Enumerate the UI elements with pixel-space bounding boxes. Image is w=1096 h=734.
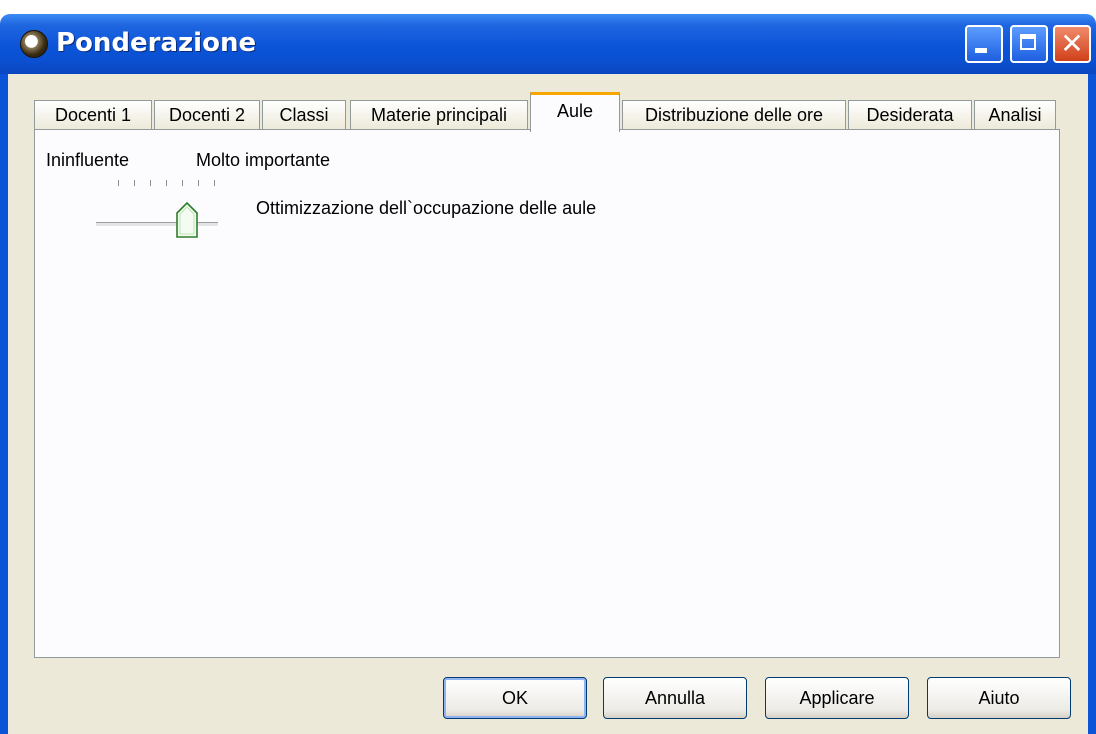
minimize-button[interactable] <box>965 25 1003 63</box>
weight-slider[interactable] <box>96 222 218 227</box>
help-button[interactable]: Aiuto <box>927 677 1071 719</box>
slider-ticks <box>118 180 216 188</box>
maximize-button[interactable] <box>1010 25 1048 63</box>
app-icon <box>20 30 48 58</box>
tab-materie-principali[interactable]: Materie principali <box>350 100 528 130</box>
tab-docenti-2[interactable]: Docenti 2 <box>154 100 260 130</box>
tab-distribuzione-delle-ore[interactable]: Distribuzione delle ore <box>622 100 846 130</box>
tab-analisi[interactable]: Analisi <box>974 100 1056 130</box>
close-icon: ✕ <box>1060 27 1084 60</box>
criterion-label: Ottimizzazione dell`occupazione delle au… <box>256 198 597 218</box>
cancel-button[interactable]: Annulla <box>603 677 747 719</box>
scale-high-label: Molto importante <box>196 150 331 170</box>
ok-button[interactable]: OK <box>443 677 587 719</box>
close-button[interactable]: ✕ <box>1053 25 1091 63</box>
apply-button[interactable]: Applicare <box>765 677 909 719</box>
slider-thumb[interactable] <box>176 202 198 238</box>
scale-low-label: Ininfluente <box>46 150 130 170</box>
tab-desiderata[interactable]: Desiderata <box>848 100 972 130</box>
title-bar[interactable]: Ponderazione ✕ <box>0 14 1096 74</box>
window-title: Ponderazione <box>56 28 257 58</box>
tab-docenti-1[interactable]: Docenti 1 <box>34 100 152 130</box>
ponderazione-window: Ponderazione ✕ Docenti 1 Docenti 2 Class… <box>0 0 1096 734</box>
tab-classi[interactable]: Classi <box>262 100 346 130</box>
tab-aule[interactable]: Aule <box>530 92 620 132</box>
